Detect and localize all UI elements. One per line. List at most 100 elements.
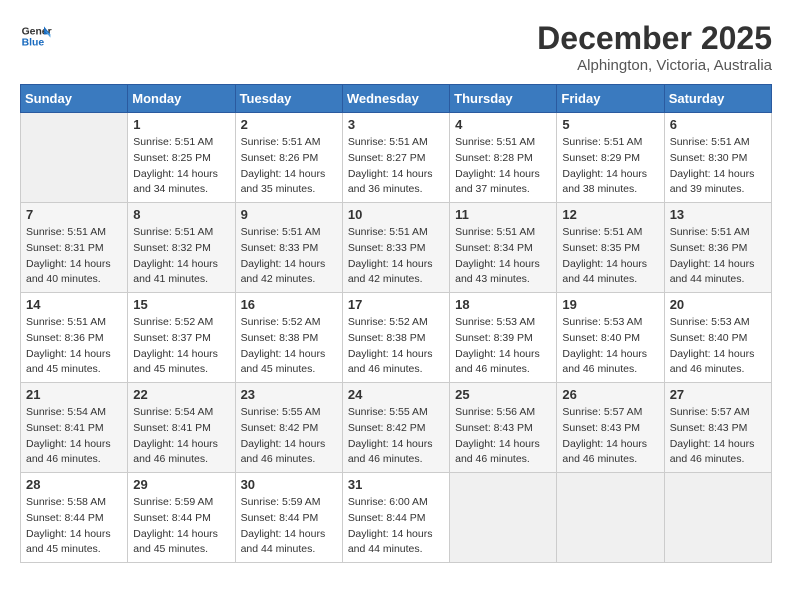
title-area: December 2025 Alphington, Victoria, Aust…	[537, 20, 772, 74]
day-cell: 25 Sunrise: 5:56 AM Sunset: 8:43 PM Dayli…	[450, 383, 557, 473]
day-info: Sunrise: 5:53 AM Sunset: 8:40 PM Dayligh…	[670, 315, 766, 378]
day-cell: 2 Sunrise: 5:51 AM Sunset: 8:26 PM Daylig…	[235, 113, 342, 203]
day-number: 28	[26, 477, 122, 492]
day-cell: 5 Sunrise: 5:51 AM Sunset: 8:29 PM Daylig…	[557, 113, 664, 203]
day-cell	[21, 113, 128, 203]
header-day-sunday: Sunday	[21, 85, 128, 113]
day-cell: 28 Sunrise: 5:58 AM Sunset: 8:44 PM Dayli…	[21, 473, 128, 563]
day-cell: 14 Sunrise: 5:51 AM Sunset: 8:36 PM Dayli…	[21, 293, 128, 383]
day-cell: 30 Sunrise: 5:59 AM Sunset: 8:44 PM Dayli…	[235, 473, 342, 563]
day-number: 23	[241, 387, 337, 402]
day-number: 18	[455, 297, 551, 312]
day-cell: 11 Sunrise: 5:51 AM Sunset: 8:34 PM Dayli…	[450, 203, 557, 293]
week-row-2: 7Sunrise: 5:51 AM Sunset: 8:31 PM Daylig…	[21, 203, 772, 293]
day-info: Sunrise: 5:56 AM Sunset: 8:43 PM Dayligh…	[455, 405, 551, 468]
week-row-4: 21Sunrise: 5:54 AM Sunset: 8:41 PM Dayli…	[21, 383, 772, 473]
week-row-3: 14 Sunrise: 5:51 AM Sunset: 8:36 PM Dayli…	[21, 293, 772, 383]
day-info: Sunrise: 5:51 AM Sunset: 8:30 PM Dayligh…	[670, 135, 766, 198]
day-info: Sunrise: 5:59 AM Sunset: 8:44 PM Dayligh…	[241, 495, 337, 558]
day-cell: 4 Sunrise: 5:51 AM Sunset: 8:28 PM Daylig…	[450, 113, 557, 203]
month-year: December 2025	[537, 20, 772, 57]
day-info: Sunrise: 5:58 AM Sunset: 8:44 PM Dayligh…	[26, 495, 122, 558]
day-number: 7	[26, 207, 122, 222]
day-cell	[557, 473, 664, 563]
day-number: 30	[241, 477, 337, 492]
day-info: Sunrise: 5:59 AM Sunset: 8:44 PM Dayligh…	[133, 495, 229, 558]
day-number: 22	[133, 387, 229, 402]
day-cell: 13 Sunrise: 5:51 AM Sunset: 8:36 PM Dayli…	[664, 203, 771, 293]
day-info: Sunrise: 5:53 AM Sunset: 8:39 PM Dayligh…	[455, 315, 551, 378]
day-cell	[664, 473, 771, 563]
day-cell: 12 Sunrise: 5:51 AM Sunset: 8:35 PM Dayli…	[557, 203, 664, 293]
day-info: Sunrise: 5:52 AM Sunset: 8:37 PM Dayligh…	[133, 315, 229, 378]
day-number: 12	[562, 207, 658, 222]
day-number: 16	[241, 297, 337, 312]
header-day-wednesday: Wednesday	[342, 85, 449, 113]
day-number: 10	[348, 207, 444, 222]
day-info: Sunrise: 5:51 AM Sunset: 8:33 PM Dayligh…	[348, 225, 444, 288]
day-info: Sunrise: 5:53 AM Sunset: 8:40 PM Dayligh…	[562, 315, 658, 378]
day-info: Sunrise: 5:51 AM Sunset: 8:36 PM Dayligh…	[670, 225, 766, 288]
day-number: 6	[670, 117, 766, 132]
day-number: 13	[670, 207, 766, 222]
day-cell: 19Sunrise: 5:53 AM Sunset: 8:40 PM Dayli…	[557, 293, 664, 383]
day-info: Sunrise: 5:57 AM Sunset: 8:43 PM Dayligh…	[562, 405, 658, 468]
location: Alphington, Victoria, Australia	[537, 57, 772, 74]
header-day-friday: Friday	[557, 85, 664, 113]
day-cell: 23Sunrise: 5:55 AM Sunset: 8:42 PM Dayli…	[235, 383, 342, 473]
day-info: Sunrise: 5:55 AM Sunset: 8:42 PM Dayligh…	[348, 405, 444, 468]
day-cell: 21Sunrise: 5:54 AM Sunset: 8:41 PM Dayli…	[21, 383, 128, 473]
day-cell: 1Sunrise: 5:51 AM Sunset: 8:25 PM Daylig…	[128, 113, 235, 203]
logo-icon: General Blue	[20, 20, 52, 52]
day-info: Sunrise: 5:51 AM Sunset: 8:33 PM Dayligh…	[241, 225, 337, 288]
day-cell	[450, 473, 557, 563]
day-info: Sunrise: 5:51 AM Sunset: 8:34 PM Dayligh…	[455, 225, 551, 288]
day-info: Sunrise: 5:51 AM Sunset: 8:27 PM Dayligh…	[348, 135, 444, 198]
week-row-1: 1Sunrise: 5:51 AM Sunset: 8:25 PM Daylig…	[21, 113, 772, 203]
day-number: 26	[562, 387, 658, 402]
day-cell: 3 Sunrise: 5:51 AM Sunset: 8:27 PM Daylig…	[342, 113, 449, 203]
day-number: 31	[348, 477, 444, 492]
day-info: Sunrise: 5:51 AM Sunset: 8:25 PM Dayligh…	[133, 135, 229, 198]
logo: General Blue	[20, 20, 52, 52]
day-info: Sunrise: 5:51 AM Sunset: 8:28 PM Dayligh…	[455, 135, 551, 198]
day-number: 5	[562, 117, 658, 132]
day-info: Sunrise: 5:51 AM Sunset: 8:26 PM Dayligh…	[241, 135, 337, 198]
day-cell: 10 Sunrise: 5:51 AM Sunset: 8:33 PM Dayli…	[342, 203, 449, 293]
day-info: Sunrise: 5:54 AM Sunset: 8:41 PM Dayligh…	[133, 405, 229, 468]
day-cell: 7Sunrise: 5:51 AM Sunset: 8:31 PM Daylig…	[21, 203, 128, 293]
day-cell: 6 Sunrise: 5:51 AM Sunset: 8:30 PM Daylig…	[664, 113, 771, 203]
day-number: 15	[133, 297, 229, 312]
day-cell: 26 Sunrise: 5:57 AM Sunset: 8:43 PM Dayli…	[557, 383, 664, 473]
day-cell: 27 Sunrise: 5:57 AM Sunset: 8:43 PM Dayli…	[664, 383, 771, 473]
day-cell: 9 Sunrise: 5:51 AM Sunset: 8:33 PM Daylig…	[235, 203, 342, 293]
day-cell: 22 Sunrise: 5:54 AM Sunset: 8:41 PM Dayli…	[128, 383, 235, 473]
day-number: 2	[241, 117, 337, 132]
day-cell: 24Sunrise: 5:55 AM Sunset: 8:42 PM Dayli…	[342, 383, 449, 473]
day-number: 29	[133, 477, 229, 492]
day-number: 4	[455, 117, 551, 132]
day-cell: 29 Sunrise: 5:59 AM Sunset: 8:44 PM Dayli…	[128, 473, 235, 563]
day-number: 25	[455, 387, 551, 402]
day-info: Sunrise: 5:52 AM Sunset: 8:38 PM Dayligh…	[241, 315, 337, 378]
day-number: 27	[670, 387, 766, 402]
day-cell: 17 Sunrise: 5:52 AM Sunset: 8:38 PM Dayli…	[342, 293, 449, 383]
svg-text:Blue: Blue	[22, 38, 45, 49]
day-number: 8	[133, 207, 229, 222]
day-info: Sunrise: 5:52 AM Sunset: 8:38 PM Dayligh…	[348, 315, 444, 378]
day-cell: 20Sunrise: 5:53 AM Sunset: 8:40 PM Dayli…	[664, 293, 771, 383]
day-info: Sunrise: 5:51 AM Sunset: 8:29 PM Dayligh…	[562, 135, 658, 198]
day-info: Sunrise: 5:51 AM Sunset: 8:36 PM Dayligh…	[26, 315, 122, 378]
day-cell: 8 Sunrise: 5:51 AM Sunset: 8:32 PM Daylig…	[128, 203, 235, 293]
day-number: 3	[348, 117, 444, 132]
day-cell: 15 Sunrise: 5:52 AM Sunset: 8:37 PM Dayli…	[128, 293, 235, 383]
day-info: Sunrise: 5:57 AM Sunset: 8:43 PM Dayligh…	[670, 405, 766, 468]
day-info: Sunrise: 5:51 AM Sunset: 8:35 PM Dayligh…	[562, 225, 658, 288]
day-number: 17	[348, 297, 444, 312]
day-number: 11	[455, 207, 551, 222]
day-number: 9	[241, 207, 337, 222]
day-cell: 18 Sunrise: 5:53 AM Sunset: 8:39 PM Dayli…	[450, 293, 557, 383]
day-number: 14	[26, 297, 122, 312]
day-info: Sunrise: 5:51 AM Sunset: 8:32 PM Dayligh…	[133, 225, 229, 288]
page-header: General Blue December 2025 Alphington, V…	[20, 20, 772, 74]
